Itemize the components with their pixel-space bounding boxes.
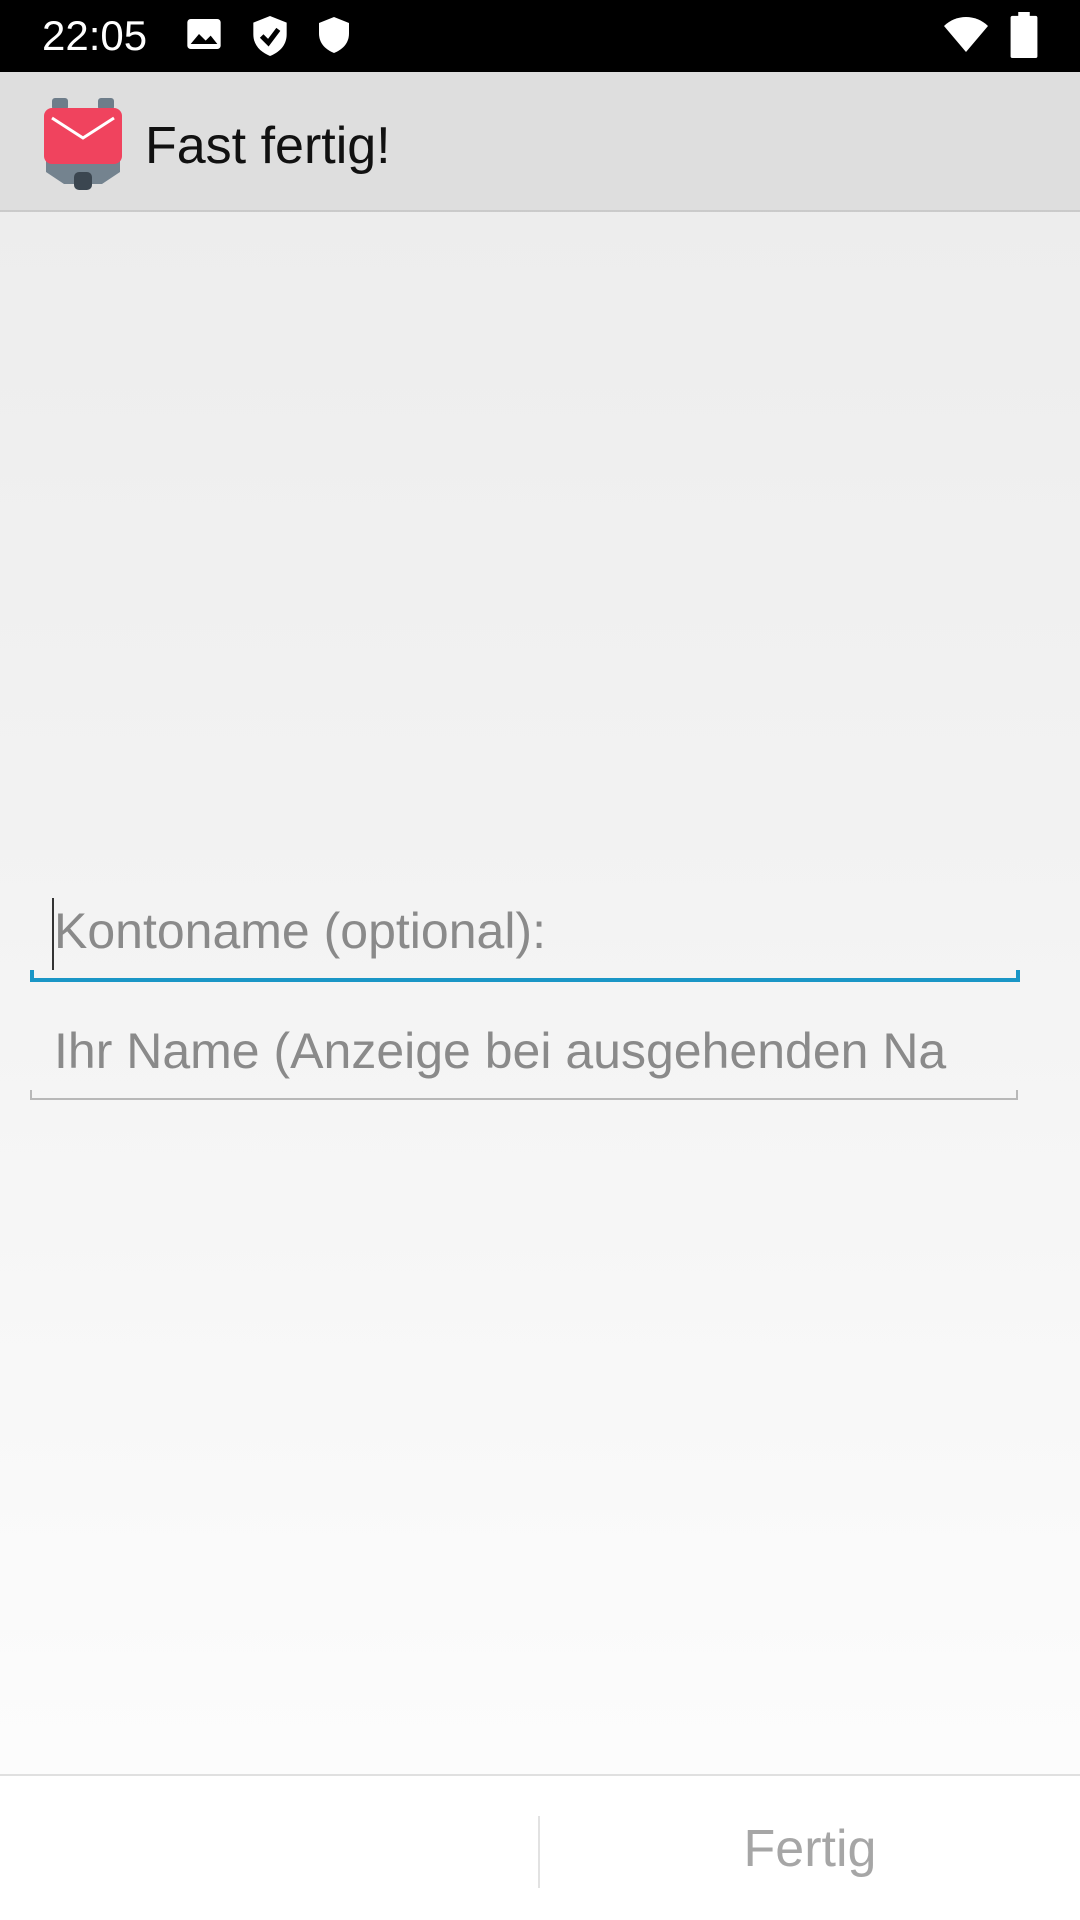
app-title: Fast fertig! bbox=[145, 117, 391, 175]
bottom-button-bar: Fertig bbox=[0, 1774, 1080, 1920]
account-name-underline bbox=[30, 970, 1020, 982]
your-name-field[interactable] bbox=[30, 1010, 1020, 1100]
image-icon bbox=[184, 14, 224, 59]
setup-form bbox=[0, 212, 1080, 1774]
k9-mail-logo-icon bbox=[42, 96, 124, 197]
text-cursor bbox=[52, 898, 54, 970]
status-time: 22:05 bbox=[42, 12, 148, 59]
status-bar: 22:05 bbox=[0, 0, 1080, 72]
shield-icon bbox=[316, 14, 352, 61]
your-name-input[interactable] bbox=[54, 1010, 1004, 1092]
battery-icon bbox=[1010, 12, 1038, 63]
done-button[interactable]: Fertig bbox=[540, 1776, 1080, 1920]
your-name-underline bbox=[30, 1090, 1018, 1100]
wifi-icon bbox=[942, 14, 990, 59]
account-name-input[interactable] bbox=[54, 890, 1004, 972]
account-name-field[interactable] bbox=[30, 890, 1020, 982]
shield-check-icon bbox=[250, 14, 290, 63]
